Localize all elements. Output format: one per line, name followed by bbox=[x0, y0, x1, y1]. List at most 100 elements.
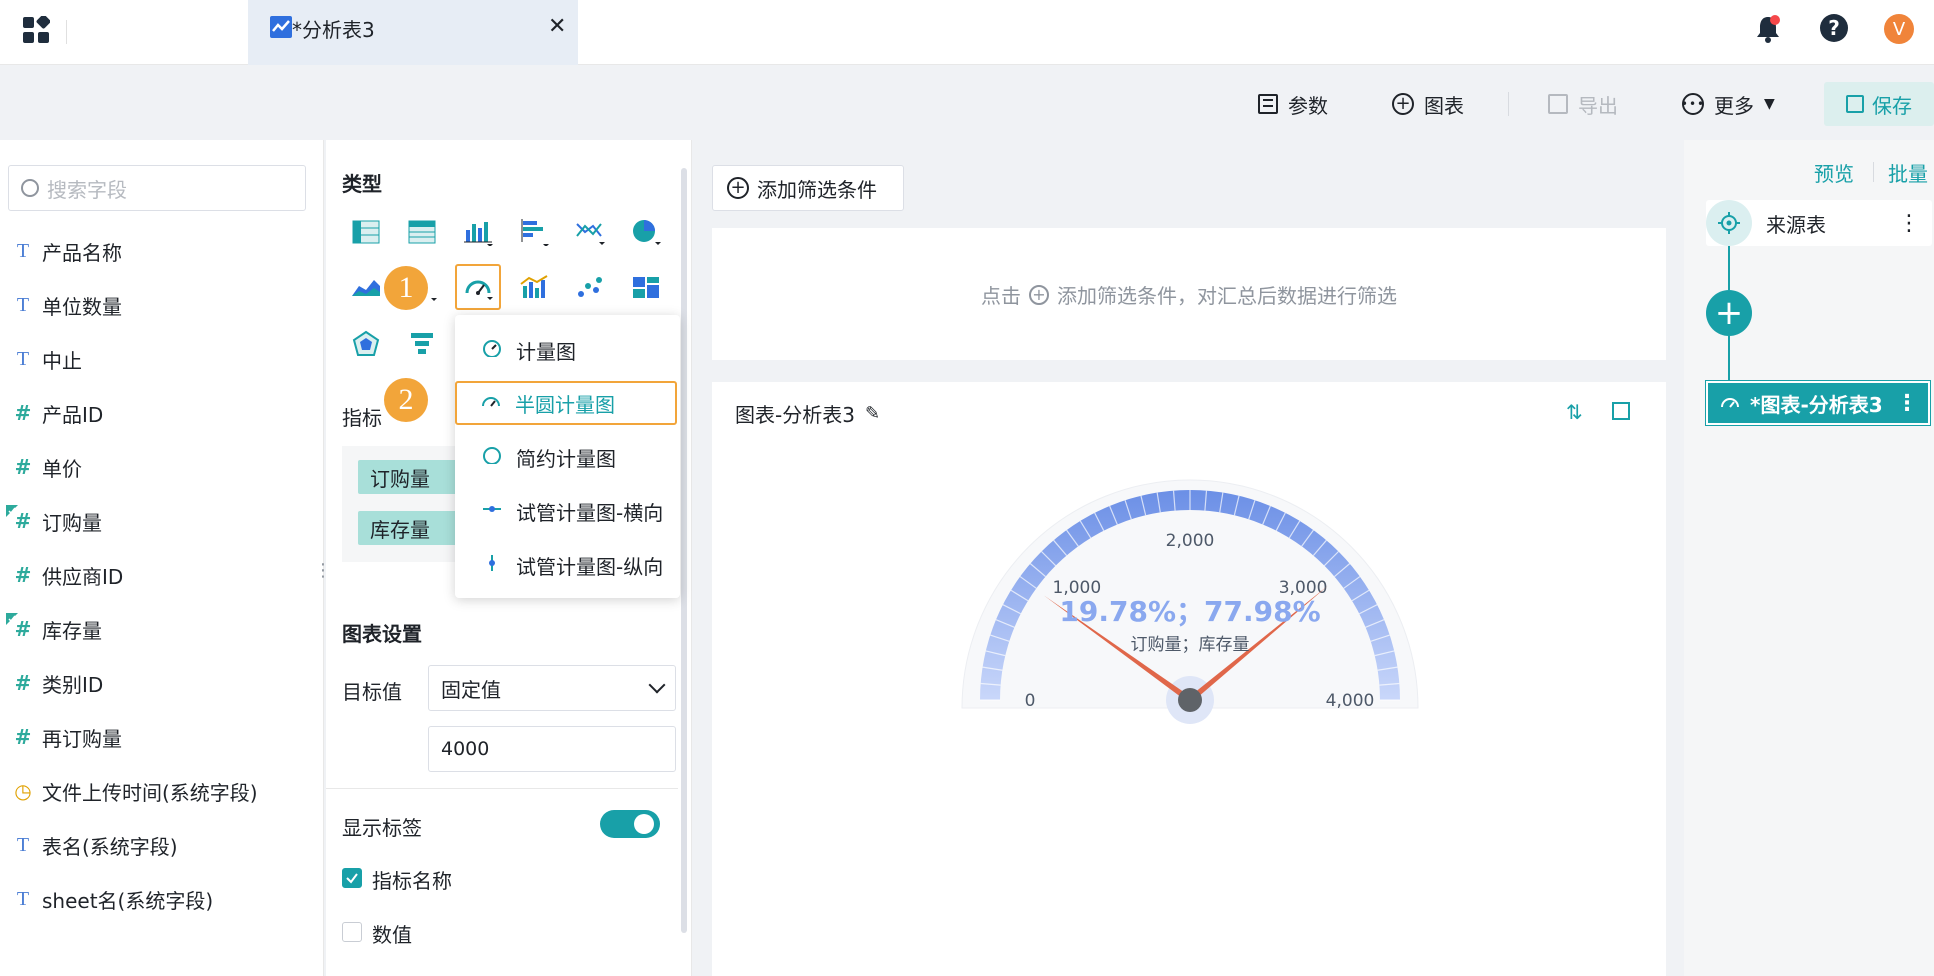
field-item[interactable]: # 再订购量 bbox=[14, 722, 122, 752]
params-label: 参数 bbox=[1288, 93, 1328, 118]
chevron-down-icon bbox=[648, 676, 666, 694]
semicircle-gauge-icon bbox=[481, 391, 501, 415]
metric-label: 订购量 bbox=[370, 466, 430, 491]
field-item[interactable]: T 中止 bbox=[14, 344, 82, 374]
field-label: 表名(系统字段) bbox=[42, 834, 178, 859]
params-button[interactable]: 参数 bbox=[1258, 88, 1328, 120]
dropdown-item-tube-vertical[interactable]: 试管计量图-纵向 bbox=[470, 543, 676, 587]
field-item[interactable]: # 类别ID bbox=[14, 668, 104, 698]
number-type-icon: # bbox=[14, 725, 32, 749]
help-icon[interactable]: ? bbox=[1820, 14, 1848, 42]
field-item[interactable]: T 单位数量 bbox=[14, 290, 122, 320]
chart-node-menu-icon[interactable]: ⋮ bbox=[1896, 391, 1918, 416]
field-item[interactable]: # 单价 bbox=[14, 452, 82, 482]
avatar[interactable]: V bbox=[1884, 14, 1914, 44]
pie-chart-icon[interactable] bbox=[628, 214, 664, 250]
export-icon bbox=[1548, 94, 1568, 114]
field-label: 订购量 bbox=[42, 510, 102, 535]
more-icon: ••• bbox=[1681, 93, 1704, 115]
field-label: 再订购量 bbox=[42, 726, 122, 751]
field-label: 产品名称 bbox=[42, 240, 122, 265]
dashboard-icon[interactable] bbox=[628, 270, 664, 306]
metric-section-title: 指标 bbox=[342, 406, 382, 430]
value-checkbox[interactable] bbox=[342, 922, 362, 942]
metric-name-label: 指标名称 bbox=[372, 869, 452, 893]
funnel-chart-icon[interactable] bbox=[404, 326, 440, 362]
dropdown-item-label: 半圆计量图 bbox=[515, 392, 615, 417]
search-icon bbox=[21, 179, 39, 197]
config-scrollbar[interactable] bbox=[681, 168, 687, 933]
dropdown-item-simple-gauge[interactable]: 简约计量图 bbox=[470, 435, 676, 479]
chart-title-label: 图表-分析表3 bbox=[735, 403, 855, 427]
close-tab-icon[interactable]: ✕ bbox=[548, 14, 566, 39]
chart-node-label: *图表-分析表3 bbox=[1750, 392, 1883, 417]
batch-link[interactable]: 批量 bbox=[1888, 158, 1928, 187]
add-filter-button[interactable]: + 添加筛选条件 bbox=[712, 165, 904, 211]
save-label: 保存 bbox=[1872, 93, 1912, 118]
flow-panel bbox=[1684, 140, 1934, 976]
scatter-chart-icon[interactable] bbox=[572, 270, 608, 306]
add-chart-button[interactable]: + 图表 bbox=[1392, 88, 1464, 120]
flow-connector bbox=[1728, 336, 1730, 381]
field-item[interactable]: T 产品名称 bbox=[14, 236, 122, 266]
field-item[interactable]: ◷ 文件上传时间(系统字段) bbox=[14, 776, 257, 806]
used-field-marker-icon bbox=[6, 502, 18, 521]
source-menu-icon[interactable]: ⋮ bbox=[1898, 211, 1920, 236]
field-item[interactable]: # 产品ID bbox=[14, 398, 104, 428]
number-type-icon: # bbox=[14, 401, 32, 425]
combo-chart-icon[interactable] bbox=[516, 270, 552, 306]
radar-chart-icon[interactable] bbox=[348, 326, 384, 362]
add-filter-label: 添加筛选条件 bbox=[757, 177, 877, 202]
field-item[interactable]: T 表名(系统字段) bbox=[14, 830, 178, 860]
line-compare-icon[interactable] bbox=[572, 214, 608, 250]
sort-icon[interactable]: ⇅ bbox=[1566, 400, 1583, 424]
app-grid-icon[interactable] bbox=[22, 14, 51, 44]
metric-name-checkbox[interactable] bbox=[342, 868, 362, 888]
divider bbox=[326, 788, 678, 789]
field-label: 类别ID bbox=[42, 672, 104, 697]
text-type-icon: T bbox=[16, 887, 30, 910]
dropdown-item-semicircle-gauge[interactable]: 半圆计量图 bbox=[455, 381, 677, 425]
chart-label: 图表 bbox=[1424, 93, 1464, 118]
preview-link[interactable]: 预览 bbox=[1814, 158, 1854, 187]
add-node-button[interactable]: + bbox=[1706, 290, 1752, 336]
text-type-icon: T bbox=[16, 239, 30, 262]
number-type-icon: # bbox=[14, 671, 32, 695]
save-button[interactable]: 保存 bbox=[1824, 82, 1934, 126]
field-item[interactable]: # 库存量 bbox=[14, 614, 102, 644]
type-section-title: 类型 bbox=[342, 172, 382, 196]
bell-icon[interactable] bbox=[1754, 14, 1782, 44]
bar-chart-icon[interactable] bbox=[460, 214, 496, 250]
export-button[interactable]: 导出 bbox=[1548, 88, 1618, 120]
dropdown-item-gauge[interactable]: 计量图 bbox=[470, 328, 676, 372]
filter-hint-text: 添加筛选条件，对汇总后数据进行筛选 bbox=[1057, 284, 1397, 308]
edit-icon[interactable]: ✎ bbox=[865, 403, 880, 424]
dropdown-item-label: 试管计量图-纵向 bbox=[516, 554, 664, 579]
area-chart-icon[interactable] bbox=[348, 270, 384, 306]
toolbar bbox=[0, 66, 1934, 140]
gauge-type-icon[interactable] bbox=[455, 264, 501, 310]
chart-node[interactable]: *图表-分析表3 ⋮ bbox=[1705, 380, 1931, 426]
search-input[interactable]: 搜索字段 bbox=[8, 165, 306, 211]
gauge-tick-label: 4,000 bbox=[1326, 691, 1375, 711]
detail-table-icon[interactable] bbox=[404, 214, 440, 250]
dropdown-item-tube-horizontal[interactable]: 试管计量图-横向 bbox=[470, 489, 676, 533]
expand-icon[interactable] bbox=[1612, 402, 1630, 420]
horizontal-bar-icon[interactable] bbox=[516, 214, 552, 250]
gauge-icon bbox=[482, 338, 502, 362]
field-item[interactable]: # 供应商ID bbox=[14, 560, 124, 590]
toggle-knob bbox=[634, 814, 654, 834]
text-type-icon: T bbox=[16, 833, 30, 856]
step-badge-1: 1 bbox=[384, 266, 428, 310]
target-value: 4000 bbox=[441, 738, 490, 760]
chart-title: 图表-分析表3 ✎ bbox=[735, 399, 880, 428]
target-mode-select[interactable]: 固定值 bbox=[428, 665, 676, 711]
field-item[interactable]: Tsheet名(系统字段) bbox=[14, 884, 213, 914]
toolbar-divider bbox=[1508, 92, 1509, 116]
field-label: sheet名(系统字段) bbox=[42, 888, 214, 913]
text-type-icon: T bbox=[16, 293, 30, 316]
target-value-input[interactable]: 4000 bbox=[428, 726, 676, 772]
field-item[interactable]: # 订购量 bbox=[14, 506, 102, 536]
more-button[interactable]: ••• 更多 ▼ bbox=[1681, 88, 1775, 120]
table-chart-icon[interactable] bbox=[348, 214, 384, 250]
